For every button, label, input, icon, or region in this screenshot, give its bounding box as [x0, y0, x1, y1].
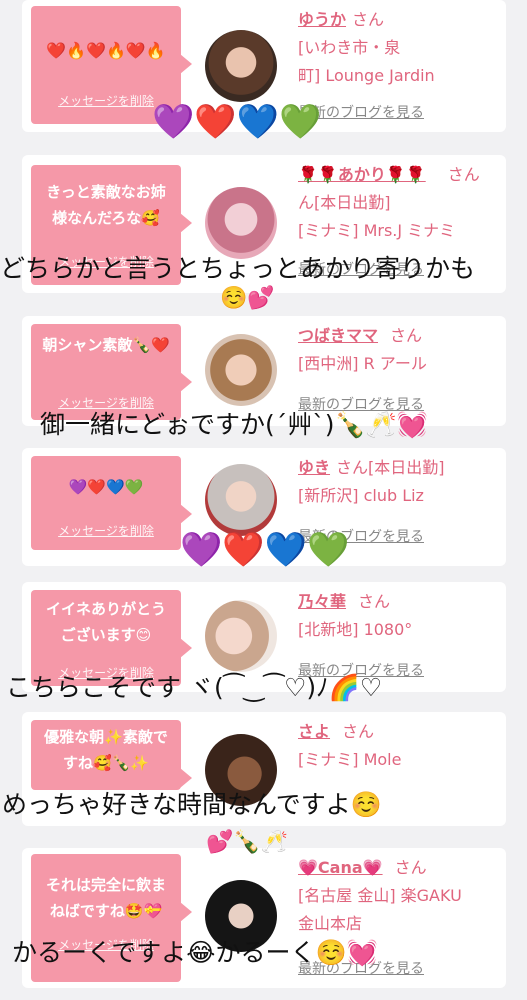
shop-line: [北新地] 1080°	[298, 620, 413, 639]
message-text: きっと素敵なお姉様なんだろな🥰	[46, 183, 166, 227]
message-text: イイネありがとうございます😊	[45, 600, 166, 644]
honorific: さん	[352, 10, 385, 29]
honorific: さん	[394, 858, 427, 877]
message-text: 朝シャン素敵🍾❤️	[42, 336, 170, 354]
profile-info: 🌹🌹あかり🌹🌹 さん ん[本日出勤] [ミナミ] Mrs.J ミナミ	[298, 161, 498, 245]
profile-info: 乃々華 さん [北新地] 1080°	[298, 588, 498, 644]
honorific: さん	[390, 326, 423, 345]
shop-line: [名古屋 金山] 楽GAKU	[298, 886, 462, 905]
message-text: それは完全に飲まねばですね🤩💝	[45, 876, 166, 920]
profile-info: 💗Cana💗 さん [名古屋 金山] 楽GAKU 金山本店	[298, 854, 498, 938]
shop-line: [ミナミ] Mole	[298, 750, 402, 769]
profile-name-link[interactable]: ゆき	[298, 458, 330, 477]
shop-line: [新所沢] club Liz	[298, 486, 424, 505]
overlay-comment: めっちゃ好きな時間なんですよ☺️	[2, 790, 382, 819]
overlay-comment: かるーくですよ😂かるーく☺️💓	[12, 938, 378, 967]
overlay-comment: 御一緒にどぉですか(´艸`)🍾🥂💓	[40, 410, 428, 439]
overlay-hearts: 💜❤️💙💚	[180, 530, 350, 570]
honorific: さん[本日出勤]	[336, 458, 445, 477]
avatar[interactable]	[205, 334, 277, 406]
profile-name-link[interactable]: 乃々華	[298, 592, 346, 611]
profile-info: さよ さん [ミナミ] Mole	[298, 718, 498, 774]
honorific: さん	[358, 592, 391, 611]
avatar[interactable]	[205, 464, 277, 536]
overlay-comment: どちらかと言うとちょっとあかり寄りかも	[0, 254, 476, 283]
message-bubble: 朝シャン素敵🍾❤️ メッセージを削除	[31, 324, 192, 420]
message-bubble: 優雅な朝✨素敵ですね🥰🍾✨	[31, 720, 192, 790]
profile-name-link[interactable]: 🌹🌹あかり🌹🌹	[298, 165, 426, 184]
profile-name-link[interactable]: さよ	[298, 722, 330, 741]
overlay-comment: こちらこそです ヾ(⁀‿⁀♡)ﾉ🌈♡	[6, 673, 383, 702]
shop-line: 金山本店	[298, 914, 363, 933]
shop-line: [いわき市・泉	[298, 38, 401, 57]
message-text: 💜❤️💙💚	[68, 478, 144, 496]
overlay-hearts: 💜❤️💙💚	[152, 102, 322, 142]
message-text: ❤️🔥❤️🔥❤️🔥	[46, 41, 166, 60]
overlay-emoji: ☺️💕	[220, 286, 275, 311]
profile-name-link[interactable]: つばきママ	[298, 326, 378, 345]
message-text: 優雅な朝✨素敵ですね🥰🍾✨	[44, 728, 168, 772]
avatar[interactable]	[205, 30, 277, 102]
avatar[interactable]	[205, 600, 277, 672]
profile-name-link[interactable]: 💗Cana💗	[298, 858, 383, 877]
shop-line: [西中洲] R アール	[298, 354, 427, 373]
shop-line: 町] Lounge Jardin	[298, 66, 435, 85]
delete-message-link[interactable]: メッセージを削除	[31, 524, 181, 538]
message-bubble: 💜❤️💙💚 メッセージを削除	[31, 456, 192, 550]
shop-line: ん[本日出勤]	[298, 193, 391, 212]
honorific: さん	[447, 165, 480, 184]
profile-info: つばきママ さん [西中洲] R アール	[298, 322, 498, 378]
profile-name-link[interactable]: ゆうか	[298, 10, 346, 29]
avatar[interactable]	[205, 187, 277, 259]
overlay-emoji: 💕🍾🥂	[206, 830, 289, 855]
profile-info: ゆうか さん [いわき市・泉 町] Lounge Jardin	[298, 6, 498, 90]
profile-info: ゆき さん[本日出勤] [新所沢] club Liz	[298, 454, 508, 510]
shop-line: [ミナミ] Mrs.J ミナミ	[298, 221, 456, 240]
honorific: さん	[342, 722, 375, 741]
